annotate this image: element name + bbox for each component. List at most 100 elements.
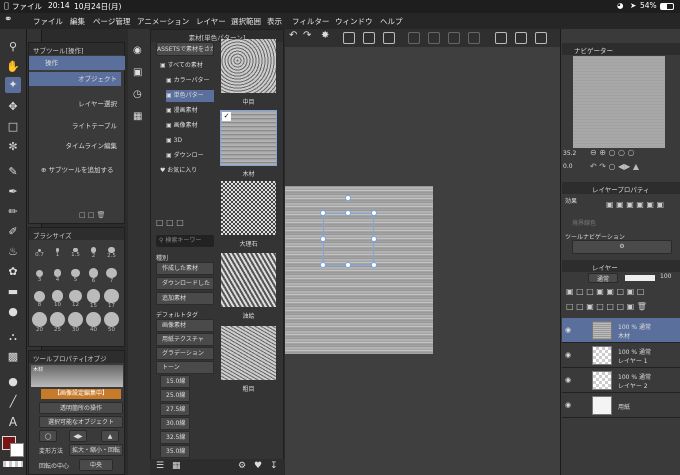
menu-help[interactable]: ヘルプ [380,16,403,27]
brush-size-cell[interactable]: 30 [67,312,84,334]
brush-size-cell[interactable]: 0.7 [31,243,48,265]
tag-item[interactable]: 30.0線 [160,417,190,430]
material-tree-item[interactable]: ▣ 単色パター [166,90,214,102]
material-tree-item[interactable]: ▣ 3D [166,135,214,147]
tag-item[interactable]: 25.0線 [160,389,190,402]
subtool-item-layer-select[interactable]: レイヤー選択 [29,97,121,111]
menu-layer[interactable]: レイヤー [196,16,226,27]
lasso-icon[interactable]: ✼ [5,139,21,155]
handle-tc[interactable] [345,210,351,216]
opacity-value[interactable]: 100 [660,273,671,280]
brush-size-cell[interactable]: 1 [49,243,66,265]
subtool-group[interactable]: 操作 [29,56,125,70]
menu-window[interactable]: ウィンドウ [335,16,373,27]
decoration-icon[interactable]: ✿ [5,264,21,280]
gradient-icon[interactable]: ▩ [5,349,21,365]
airbrush-icon[interactable]: ♨ [5,244,21,260]
fill-tool-icon[interactable]: ⛬ [5,329,21,345]
handle-mr[interactable] [371,236,377,242]
grid-view-icon[interactable]: ▦ [172,461,181,471]
flip-vertical-icon[interactable]: ▲ [101,430,119,442]
tag-item[interactable]: グラデーション [156,347,214,360]
zoom-icon[interactable]: ⚲ [5,39,21,55]
material-tree-item[interactable]: ▣ 漫画素材 [166,105,214,117]
navigator-zoom-controls[interactable]: ⊖ ⊕ ○ ○ ○ [590,148,635,157]
brush-size-cell[interactable]: 8 [31,289,48,311]
material-tree-item[interactable]: ♥ お気に入り [160,165,216,177]
transparent-swatch[interactable] [3,461,23,467]
eye-icon[interactable]: ◉ [565,376,571,384]
transform-icon[interactable] [383,32,395,44]
ruler-edit-icon[interactable] [515,32,527,44]
brush-size-cell[interactable]: 4 [49,266,66,288]
crop-icon[interactable] [448,32,460,44]
eye-icon[interactable]: ◉ [565,401,571,409]
material-thumbnail[interactable] [221,253,276,307]
line-icon[interactable]: ╱ [5,394,21,410]
brush-size-cell[interactable]: 15 [85,289,102,311]
brush-size-cell[interactable]: 10 [49,289,66,311]
navigator-rotate-controls[interactable]: ↶ ↷ ○ ◀▶ ▲ [590,162,639,171]
redo-icon[interactable]: ↷ [303,30,315,42]
menu-selection[interactable]: 選択範囲 [231,16,261,27]
pen-icon[interactable]: ✒ [5,184,21,200]
layer-toolbar-row-1[interactable]: ▣ □ □ ▣ ▣ □ ▣ □ [566,287,644,296]
brush-size-cell[interactable]: 17 [103,289,120,311]
layer-row[interactable]: ◉ 用紙 [562,393,680,418]
menu-filter[interactable]: フィルター [292,16,329,27]
material-tree-item[interactable]: ▣ カラーパター [166,75,214,87]
brush-size-cell[interactable]: 50 [103,312,120,334]
material-thumbnail[interactable] [221,39,276,93]
tag-item[interactable]: 作成した素材 [156,262,214,275]
tag-item[interactable]: 35.0線 [160,445,190,458]
layer-icon[interactable]: ▣ [133,67,142,78]
brush-size-cell[interactable]: 5 [67,266,84,288]
tag-item[interactable]: ダウンロードした [156,277,214,290]
tag-item[interactable]: 画像素材 [156,319,214,332]
brush-size-cell[interactable]: 3 [31,266,48,288]
blend-icon[interactable]: ● [5,304,21,320]
brush-size-cell[interactable]: 12 [67,289,84,311]
text-icon[interactable]: A [5,414,21,430]
material-tree-item[interactable]: ▣ すべての素材 [160,60,216,72]
selectable-object-select[interactable]: 選択可能なオブジェクト [39,416,123,428]
eye-icon[interactable]: ◉ [565,326,571,334]
tag-item[interactable]: 追加素材 [156,292,214,305]
app-logo-icon[interactable]: ⚭ [4,14,12,25]
subtool-footer-icons[interactable]: □ □ 🗑 [79,211,106,219]
tag-item[interactable]: 15.0線 [160,375,190,388]
subtool-item-lighttable[interactable]: ライトテーブル [29,119,121,133]
opacity-slider[interactable] [625,275,655,281]
deselect-icon[interactable] [408,32,420,44]
navigator-angle[interactable]: 0.0 [563,163,573,170]
move-icon[interactable]: ✥ [5,99,21,115]
eye-icon[interactable]: ◉ [565,351,571,359]
brush-size-cell[interactable]: 20 [31,312,48,334]
reset-icon[interactable]: ◯ [39,430,57,442]
layer-row[interactable]: ◉ 100 % 通常 木材 [562,318,680,343]
snap-icon[interactable] [535,32,547,44]
list-view-icon[interactable]: ☰ [156,461,164,471]
download-icon[interactable]: ↧ [270,461,278,471]
brush-size-cell[interactable]: 2 [85,243,102,265]
brush-size-cell[interactable]: 40 [85,312,102,334]
tool-navigation-button[interactable]: ⚙ [572,240,672,254]
add-subtool-button[interactable]: ⊕ サブツールを追加する [41,163,114,177]
brush-size-cell[interactable]: 7 [103,266,120,288]
brush-size-cell[interactable]: 6 [85,266,102,288]
assets-search-button[interactable]: ASSETSで素材をさがす [156,42,214,56]
sub-color-swatch[interactable] [10,443,24,457]
menu-page[interactable]: ページ管理 [93,16,130,27]
subtool-item-timeline[interactable]: タイムライン編集 [29,139,121,153]
brush-icon[interactable]: ✐ [5,224,21,240]
layer-row[interactable]: ◉ 100 % 通常 レイヤー 1 [562,343,680,368]
eraser-icon[interactable]: ▬ [5,284,21,300]
material-thumbnail[interactable] [221,326,276,380]
transparent-operation-select[interactable]: 透明箇所の操作 [39,402,123,414]
hand-icon[interactable]: ✋ [5,59,21,75]
ruler-icon[interactable] [495,32,507,44]
brush-size-cell[interactable]: 1.5 [67,243,84,265]
invert-selection-icon[interactable] [428,32,440,44]
material-icon[interactable]: ▦ [133,111,142,122]
canvas-wood-texture[interactable] [285,186,433,354]
